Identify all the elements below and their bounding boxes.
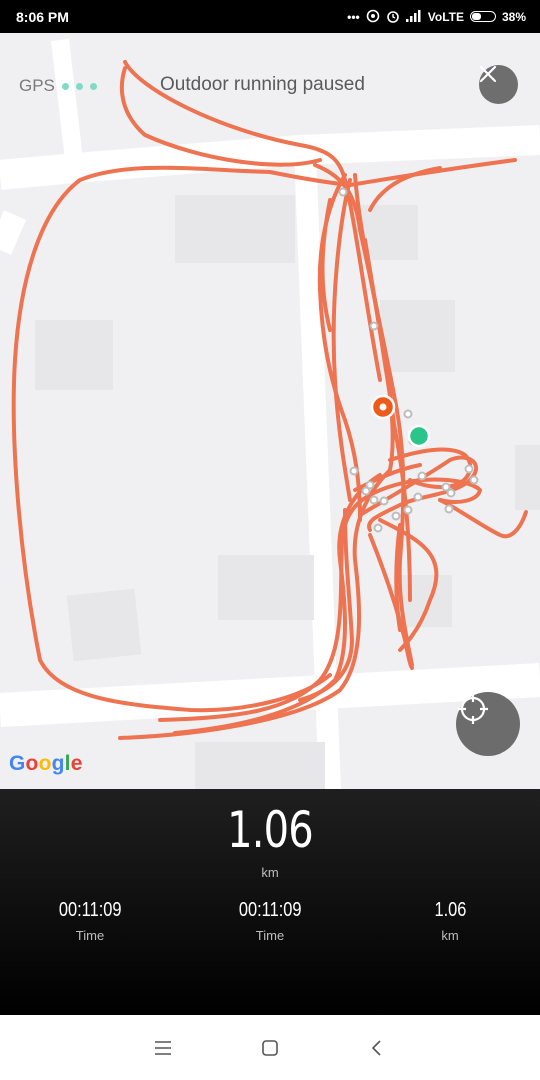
close-icon: [479, 65, 497, 83]
menu-icon: [155, 1040, 172, 1055]
current-position-marker: [407, 424, 431, 448]
recenter-button[interactable]: [456, 692, 520, 756]
battery-icon: [469, 11, 496, 22]
gps-signal-dot: [61, 82, 69, 90]
workout-status-title: Outdoor running paused: [160, 74, 365, 95]
google-logo: Google: [9, 752, 83, 775]
start-marker: [370, 394, 396, 420]
status-time: 8:06 PM: [16, 8, 69, 25]
stats-panel: 1.06 km 00:11:09 Time 00:11:09 Time 1.06…: [0, 789, 540, 1015]
stat-duration: 00:11:09 Time: [30, 899, 150, 943]
network-label: VoLTE: [427, 9, 464, 24]
system-nav-bar: [0, 1015, 540, 1080]
distance-unit: km: [261, 865, 279, 880]
map-canvas: [0, 33, 540, 789]
hotspot-icon: [366, 9, 380, 25]
stat-time: 00:11:09 Time: [210, 899, 330, 943]
status-icons: ••• VoLTE 38%: [347, 9, 526, 25]
gps-signal-dot: [75, 82, 83, 90]
gps-indicator: GPS: [19, 76, 97, 96]
crosshair-icon: [458, 694, 488, 724]
gps-label: GPS: [19, 76, 55, 95]
more-dots-icon: •••: [347, 9, 360, 24]
battery-percent: 38%: [501, 9, 526, 24]
menu-button[interactable]: [143, 1028, 183, 1068]
back-icon: [371, 1039, 381, 1056]
home-icon: [262, 1039, 278, 1056]
stat-distance: 1.06 km: [390, 899, 510, 943]
stat-value: 00:11:09: [58, 899, 122, 921]
stat-value: 1.06: [434, 899, 466, 921]
alarm-icon: [386, 9, 400, 25]
stat-value: 00:11:09: [238, 899, 302, 921]
distance-value: 1.06: [227, 801, 314, 859]
home-button[interactable]: [250, 1028, 290, 1068]
stat-label: Time: [255, 928, 285, 943]
route-map[interactable]: GPS Outdoor running paused Google: [0, 33, 540, 789]
stat-label: Time: [75, 928, 105, 943]
stat-label: km: [441, 928, 459, 943]
gps-signal-dot: [89, 82, 97, 90]
status-bar: 8:06 PM ••• VoLTE 38%: [0, 0, 540, 33]
back-button[interactable]: [357, 1028, 397, 1068]
close-button[interactable]: [479, 65, 518, 104]
signal-icon: [405, 9, 422, 24]
